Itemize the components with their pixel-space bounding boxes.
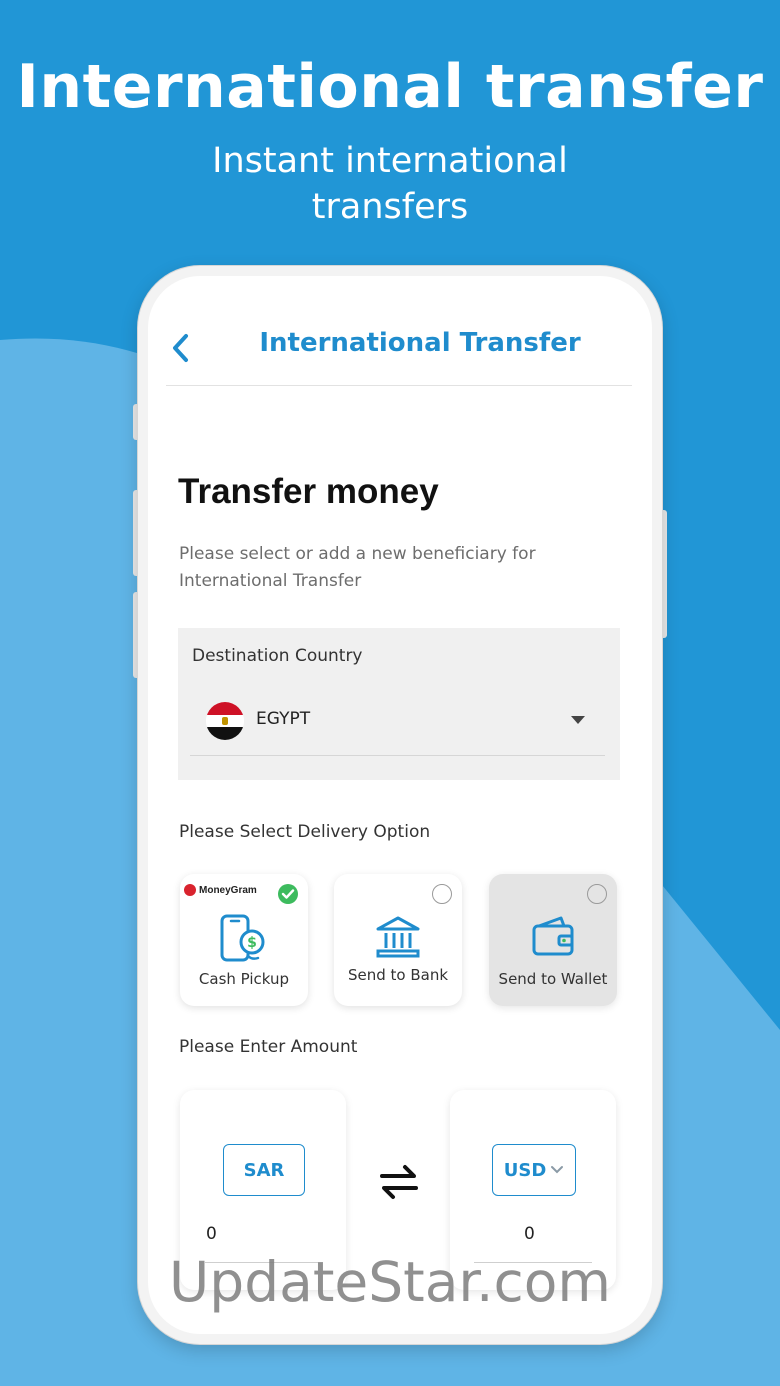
selected-country: EGYPT: [256, 709, 311, 729]
option-label: Send to Bank: [347, 966, 449, 984]
cash-pickup-icon: $: [180, 914, 308, 964]
bank-icon: [334, 914, 462, 960]
radio-unchecked-icon: [432, 884, 452, 904]
swap-arrows-icon: [380, 1165, 418, 1199]
moneygram-logo: MoneyGram: [184, 884, 257, 896]
app-screen: International Transfer Transfer money Pl…: [148, 276, 652, 1334]
svg-text:$: $: [247, 935, 257, 951]
delivery-option-send-to-bank[interactable]: Send to Bank: [334, 874, 462, 1006]
delivery-option-send-to-wallet[interactable]: Send to Wallet: [489, 874, 617, 1006]
to-currency-dropdown[interactable]: USD: [492, 1144, 576, 1196]
header-divider: [166, 385, 632, 386]
phone-frame: International Transfer Transfer money Pl…: [138, 266, 662, 1344]
amount-label: Please Enter Amount: [179, 1037, 358, 1057]
header-title: International Transfer: [259, 328, 581, 358]
destination-country-panel: Destination Country EGYPT: [178, 628, 620, 780]
watermark: UpdateStar.com: [169, 1250, 611, 1314]
page-title: Transfer money: [178, 472, 439, 511]
from-currency-button[interactable]: SAR: [223, 1144, 305, 1196]
radio-unchecked-icon: [587, 884, 607, 904]
hero-subtitle: Instant international transfers: [212, 141, 568, 227]
country-dropdown[interactable]: EGYPT: [190, 696, 605, 756]
option-label: Send to Wallet: [498, 970, 608, 988]
to-currency-label: USD: [503, 1159, 547, 1181]
app-header: International Transfer: [148, 276, 652, 386]
delivery-option-label: Please Select Delivery Option: [179, 822, 431, 842]
option-label: Cash Pickup: [198, 970, 290, 988]
chevron-down-icon: [551, 1166, 564, 1174]
from-amount-input[interactable]: 0: [206, 1224, 217, 1244]
swap-currency-button[interactable]: [374, 1160, 424, 1204]
destination-country-label: Destination Country: [192, 646, 363, 666]
delivery-option-cash-pickup[interactable]: MoneyGram $ Cash Pickup: [180, 874, 308, 1006]
egypt-flag-icon: [206, 702, 244, 740]
chevron-left-icon: [173, 334, 188, 362]
to-amount-input[interactable]: 0: [524, 1224, 535, 1244]
hero-title: International transfer: [16, 52, 764, 122]
back-button[interactable]: [164, 330, 198, 366]
wallet-icon: [489, 914, 617, 960]
dropdown-caret-icon: [571, 716, 585, 724]
page-description: Please select or add a new beneficiary f…: [179, 544, 536, 591]
selected-check-icon: [278, 884, 298, 904]
